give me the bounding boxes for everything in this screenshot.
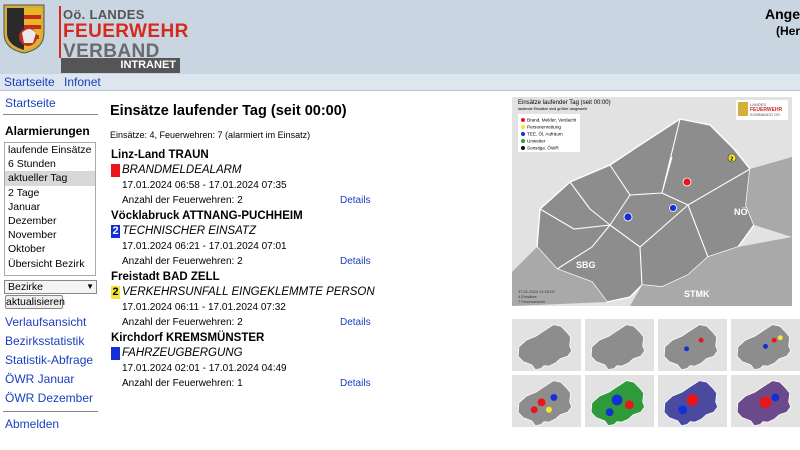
- map-marker-technical[interactable]: [623, 212, 633, 222]
- listbox-option[interactable]: 6 Stunden: [5, 157, 95, 171]
- sidebar-link-bezirksstatistik[interactable]: Bezirksstatistik: [5, 334, 84, 348]
- map-thumbnail[interactable]: [512, 375, 581, 427]
- sidebar: Startseite Alarmierungen laufende Einsät…: [0, 92, 100, 450]
- incident-location: Kirchdorf KREMSMÜNSTER: [111, 332, 265, 344]
- topnav-link-startseite[interactable]: Startseite: [4, 75, 55, 89]
- incident-type: BRANDMELDEALARM: [122, 164, 242, 176]
- incident-brigade-count: Anzahl der Feuerwehren: 2: [122, 256, 243, 267]
- alarm-period-listbox[interactable]: laufende Einsätze 6 Stunden aktueller Ta…: [4, 142, 96, 276]
- map-label-no: NÖ: [734, 207, 748, 217]
- incident-brigade-count: Anzahl der Feuerwehren: 2: [122, 317, 243, 328]
- incident-time: 17.01.2024 06:58 - 17.01.2024 07:35: [122, 180, 287, 191]
- legend-swatch: [521, 139, 525, 143]
- sidebar-link-owr-dezember[interactable]: ÖWR Dezember: [5, 391, 93, 405]
- map-thumbnail[interactable]: [585, 375, 654, 427]
- refresh-button[interactable]: aktualisieren: [5, 295, 65, 309]
- incident-type: TECHNISCHER EINSATZ: [122, 225, 256, 237]
- incident-category-badge: 2: [111, 225, 120, 238]
- legend-label: Unwetter: [527, 139, 546, 144]
- incident-time: 17.01.2024 06:21 - 17.01.2024 07:01: [122, 241, 287, 252]
- incident-type: FAHRZEUGBERGUNG: [122, 347, 243, 359]
- sidebar-divider: [3, 114, 98, 115]
- legend-swatch: [521, 125, 525, 129]
- district-select-value: Bezirke: [8, 281, 44, 293]
- listbox-option[interactable]: Dezember: [5, 214, 95, 228]
- map-label-sbg: SBG: [576, 260, 596, 270]
- district-select[interactable]: Bezirke ▼: [4, 280, 97, 294]
- incident-category-badge: [111, 164, 120, 177]
- listbox-option[interactable]: laufende Einsätze: [5, 143, 95, 157]
- user-name: Ange: [765, 6, 800, 22]
- map-title: Einsätze laufender Tag (seit 00:00): [518, 100, 611, 106]
- legend-label: Brand, Melder, Verdacht: [527, 118, 577, 123]
- legend-swatch: [521, 146, 525, 150]
- incident-brigade-count: Anzahl der Feuerwehren: 2: [122, 195, 243, 206]
- legend-label: Sonstige, ÖWR: [527, 145, 559, 151]
- sidebar-link-startseite[interactable]: Startseite: [5, 96, 56, 110]
- logout-link[interactable]: Abmelden: [5, 417, 59, 431]
- main-content: Einsätze laufender Tag (seit 00:00) Eins…: [100, 92, 510, 450]
- incident-map[interactable]: Einsätze laufender Tag (seit 00:00) lauf…: [512, 97, 792, 306]
- map-thumbnail[interactable]: [731, 319, 800, 371]
- incident-item: Kirchdorf KREMSMÜNSTER FAHRZEUGBERGUNG 1…: [111, 332, 371, 392]
- incident-location: Vöcklabruck ATTNANG-PUCHHEIM: [111, 210, 303, 222]
- incident-item: Vöcklabruck ATTNANG-PUCHHEIM 2 TECHNISCH…: [111, 210, 371, 270]
- incident-time: 17.01.2024 02:01 - 17.01.2024 04:49: [122, 363, 287, 374]
- map-logo-crest: [738, 102, 748, 116]
- incident-location: Freistadt BAD ZELL: [111, 271, 220, 283]
- incident-item: Linz-Land TRAUN BRANDMELDEALARM 17.01.20…: [111, 149, 371, 209]
- map-thumbnail[interactable]: [658, 319, 727, 371]
- legend-swatch: [521, 118, 525, 122]
- listbox-option[interactable]: 2 Tage: [5, 186, 95, 200]
- incident-details-link[interactable]: Details: [340, 195, 371, 206]
- map-subtitle: laufende Einsätze sind größer dargestell…: [518, 107, 588, 111]
- incident-brigade-count: Anzahl der Feuerwehren: 1: [122, 378, 243, 389]
- map-marker-badge: 2: [730, 156, 733, 162]
- legend-label: TEE, Öl, Aufräum: [527, 131, 563, 137]
- header: Oö. LANDES FEUERWEHR VERBAND INTRANET An…: [0, 0, 800, 74]
- incident-category-badge: [111, 347, 120, 360]
- incident-type: VERKEHRSUNFALL EINGEKLEMMTE PERSON: [122, 286, 375, 298]
- map-label-stmk: STMK: [684, 289, 710, 299]
- logo-line-1: Oö. LANDES: [63, 7, 145, 22]
- top-navigation: Startseite Infonet: [0, 74, 800, 91]
- sidebar-link-verlaufsansicht[interactable]: Verlaufsansicht: [5, 315, 86, 329]
- chevron-down-icon: ▼: [86, 282, 94, 291]
- incident-item: Freistadt BAD ZELL 2 VERKEHRSUNFALL EING…: [111, 271, 375, 331]
- user-role: (Her: [775, 24, 800, 38]
- incident-location: Linz-Land TRAUN: [111, 149, 209, 161]
- map-marker-fire[interactable]: [682, 177, 692, 187]
- topnav-link-infonet[interactable]: Infonet: [64, 75, 101, 89]
- coat-of-arms-logo: [2, 3, 46, 55]
- listbox-option[interactable]: Oktober: [5, 242, 95, 256]
- intranet-badge: INTRANET: [61, 58, 180, 73]
- incident-details-link[interactable]: Details: [340, 378, 371, 389]
- sidebar-divider: [3, 411, 98, 412]
- listbox-option[interactable]: Übersicht Bezirk: [5, 257, 95, 271]
- map-marker-vehicle[interactable]: [669, 204, 677, 212]
- logo-line-2: FEUERWEHR: [63, 21, 189, 42]
- incident-category-badge: 2: [111, 286, 120, 299]
- map-thumbnail[interactable]: [585, 319, 654, 371]
- legend-label: Personenrettung: [527, 125, 561, 130]
- sidebar-link-owr-januar[interactable]: ÖWR Januar: [5, 372, 74, 386]
- listbox-option-selected[interactable]: aktueller Tag: [5, 171, 95, 186]
- listbox-option[interactable]: Januar: [5, 200, 95, 214]
- page-title: Einsätze laufender Tag (seit 00:00): [110, 103, 347, 119]
- map-footer-brigades: 7 Feuerwehren: [518, 299, 545, 304]
- incident-summary: Einsätze: 4, Feuerwehren: 7 (alarmiert i…: [110, 130, 311, 140]
- incident-details-link[interactable]: Details: [340, 256, 371, 267]
- incident-time: 17.01.2024 06:11 - 17.01.2024 07:32: [122, 302, 286, 313]
- map-thumbnail[interactable]: [658, 375, 727, 427]
- listbox-option[interactable]: November: [5, 228, 95, 242]
- sidebar-link-statistik-abfrage[interactable]: Statistik-Abfrage: [5, 353, 93, 367]
- sidebar-heading-alarmierungen: Alarmierungen: [5, 124, 90, 138]
- incident-details-link[interactable]: Details: [340, 317, 371, 328]
- map-logo-line-3: KOMMANDO OÖ: [750, 113, 780, 117]
- legend-swatch: [521, 132, 525, 136]
- map-thumbnail[interactable]: [512, 319, 581, 371]
- map-thumbnail[interactable]: [731, 375, 800, 427]
